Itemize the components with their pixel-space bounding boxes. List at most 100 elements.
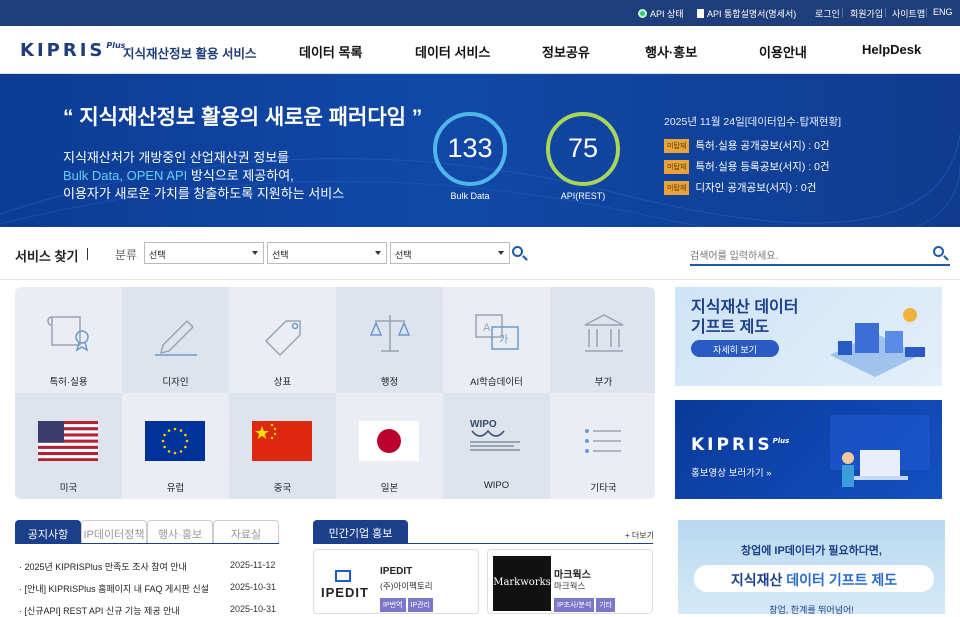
divider [313, 543, 653, 544]
isometric-data-illustration [830, 308, 925, 377]
category-badge: 기타 [596, 598, 616, 612]
tab-events[interactable]: 행사·홍보 [147, 520, 213, 544]
list-item[interactable]: · [신규API] REST API 신규 기능 제공 안내 [19, 604, 180, 617]
tab-notice[interactable]: 공지사항 [15, 520, 81, 544]
markworks-logo: Markworks [493, 556, 551, 611]
grid-item-trademark[interactable]: 상표 [229, 287, 336, 393]
chevron-down-icon [252, 251, 258, 255]
api-counter[interactable]: 75 [546, 112, 620, 186]
grid-item-europe[interactable]: 유럽 [122, 393, 229, 499]
keyword-search-input[interactable] [690, 242, 950, 266]
grid-item-extra[interactable]: 부가 [550, 287, 655, 393]
category-badge: IP조사/분석 [554, 598, 595, 612]
promo-video-link: 홍보영상 보러가기 » [691, 468, 772, 479]
category-search-icon[interactable] [511, 245, 529, 263]
nav-guide[interactable]: 이용안내 [759, 42, 807, 61]
company-promo-title: 민간기업 홍보 [313, 520, 408, 544]
grid-item-patent[interactable]: 특허·실용 [15, 287, 122, 393]
grid-item-china[interactable]: 중국 [229, 393, 336, 499]
list-item[interactable]: · 2025년 KIPRISPlus 만족도 조사 참여 안내 [19, 560, 187, 573]
nav-data-list[interactable]: 데이터 목록 [299, 42, 362, 61]
eng-link[interactable]: ENG [933, 7, 953, 17]
bulk-data-label: Bulk Data [450, 191, 490, 201]
stat-row: 미탑재 특허·실용 등록공보(서지) : 0건 [664, 159, 830, 174]
top-utility-bar: API 상태 API 통합설명서(명세서) 로그인 회원가입 사이트맵 ENG [0, 0, 960, 26]
chevron-down-icon [498, 251, 504, 255]
tab-library[interactable]: 자료실 [213, 520, 279, 544]
gift-detail-button[interactable]: 자세히 보기 [691, 340, 779, 357]
service-search-row: 서비스 찾기 분류 선택 선택 선택 [0, 227, 960, 280]
gift-program-banner[interactable]: 지식재산 데이터 기프트 제도 자세히 보기 [675, 287, 942, 386]
laptop-person-illustration [830, 415, 930, 487]
scales-icon [369, 315, 411, 352]
chevron-down-icon [375, 251, 381, 255]
promo-video-banner[interactable]: KIPRISPlus 홍보영상 보러가기 » [675, 400, 942, 499]
us-flag-icon [38, 421, 98, 461]
status-badge: 미탑재 [664, 139, 690, 153]
api-label: API(REST) [560, 191, 606, 201]
company-card-ipedit[interactable]: IPEDIT IPEDIT (주)아이펙토리 IP번역 IP관리 [313, 549, 479, 614]
login-link[interactable]: 로그인 [815, 7, 840, 20]
grid-item-admin[interactable]: 행정 [336, 287, 443, 393]
divider [842, 8, 843, 17]
keyword-search-icon[interactable] [932, 245, 950, 263]
status-badge: 미탑재 [664, 160, 690, 174]
nav-info-share[interactable]: 정보공유 [542, 42, 590, 61]
ipedit-logo: IPEDIT [319, 556, 377, 611]
list-item-date: 2025-10-31 [230, 604, 277, 614]
grid-item-ai-data[interactable]: A가 AI학습데이터 [443, 287, 550, 393]
tab-ip-policy[interactable]: IP데이터정책 [81, 520, 147, 544]
site-subtitle: 지식재산정보 활용 서비스 [123, 47, 257, 61]
list-icon [585, 429, 621, 453]
certificate-scroll-icon [47, 316, 89, 352]
nav-data-service[interactable]: 데이터 서비스 [415, 42, 490, 61]
kipris-logo: KIPRISPlus [691, 435, 790, 455]
main-header: KIPRISPlus 지식재산정보 활용 서비스 데이터 목록 데이터 서비스 … [0, 26, 960, 74]
list-item-date: 2025-10-31 [230, 582, 277, 592]
hero-title: “ 지식재산정보 활용의 새로운 패러다임 ” [63, 106, 423, 129]
category-badge: IP번역 [380, 598, 406, 612]
sitemap-link[interactable]: 사이트맵 [892, 7, 925, 20]
nav-helpdesk[interactable]: HelpDesk [862, 42, 921, 57]
divider [15, 543, 279, 544]
category-select-3[interactable]: 선택 [390, 242, 510, 264]
more-link[interactable]: + 더보기 [625, 530, 654, 541]
list-item-date: 2025-11-12 [230, 560, 276, 570]
hero-banner: “ 지식재산정보 활용의 새로운 패러다임 ” 지식재산처가 개방중인 산업재산… [0, 74, 960, 227]
status-badge: 미탑재 [664, 181, 690, 195]
grid-item-japan[interactable]: 일본 [336, 393, 443, 499]
translate-icon: A가 [475, 314, 519, 350]
grid-item-usa[interactable]: 미국 [15, 393, 122, 499]
divider [885, 8, 886, 17]
status-dot-icon [638, 9, 647, 18]
startup-gift-banner[interactable]: 창업에 IP데이터가 필요하다면, 지식재산 데이터 기프트 제도 창업, 한계… [678, 520, 945, 614]
company-card-markworks[interactable]: Markworks 마크웍스 마크웍스 IP조사/분석 기타 [487, 549, 653, 614]
api-spec-link[interactable]: API 통합설명서(명세서) [697, 7, 796, 20]
divider [87, 248, 88, 260]
stat-row: 미탑재 디자인 공개공보(서지) : 0건 [664, 180, 816, 195]
hero-description: 지식재산처가 개방중인 산업재산권 정보를 Bulk Data, OPEN AP… [63, 150, 345, 201]
service-search-label: 서비스 찾기 [15, 249, 79, 264]
category-select-1[interactable]: 선택 [144, 242, 264, 264]
divider [926, 8, 927, 17]
api-status-link[interactable]: API 상태 [638, 7, 684, 20]
grid-item-wipo[interactable]: WIPO WIPO [443, 393, 550, 499]
nav-events[interactable]: 행사·홍보 [645, 42, 697, 61]
document-icon [697, 9, 704, 18]
service-category-grid: 특허·실용 디자인 상표 행정 A가 AI학습데이터 부가 미국 유럽 중국 일… [15, 287, 655, 499]
kipris-logo[interactable]: KIPRISPlus [20, 40, 125, 61]
building-icon [584, 314, 624, 352]
category-badge: IP관리 [407, 598, 433, 612]
signup-link[interactable]: 회원가입 [850, 7, 883, 20]
china-flag-icon [252, 421, 312, 461]
list-item[interactable]: · [안내] KIPRISPlus 홈페이지 내 FAQ 게시판 신설 [19, 582, 209, 595]
svg-text:WIPO: WIPO [470, 419, 497, 430]
grid-item-design[interactable]: 디자인 [122, 287, 229, 393]
tag-icon [264, 320, 301, 357]
bulk-data-counter[interactable]: 133 [433, 112, 507, 186]
japan-flag-icon [359, 421, 419, 461]
grid-item-other-countries[interactable]: 기타국 [550, 393, 655, 499]
category-select-2[interactable]: 선택 [267, 242, 387, 264]
stats-date: 2025년 11월 24일[데이터입수·탑재현황] [664, 116, 842, 128]
wipo-logo-icon: WIPO [470, 419, 520, 451]
